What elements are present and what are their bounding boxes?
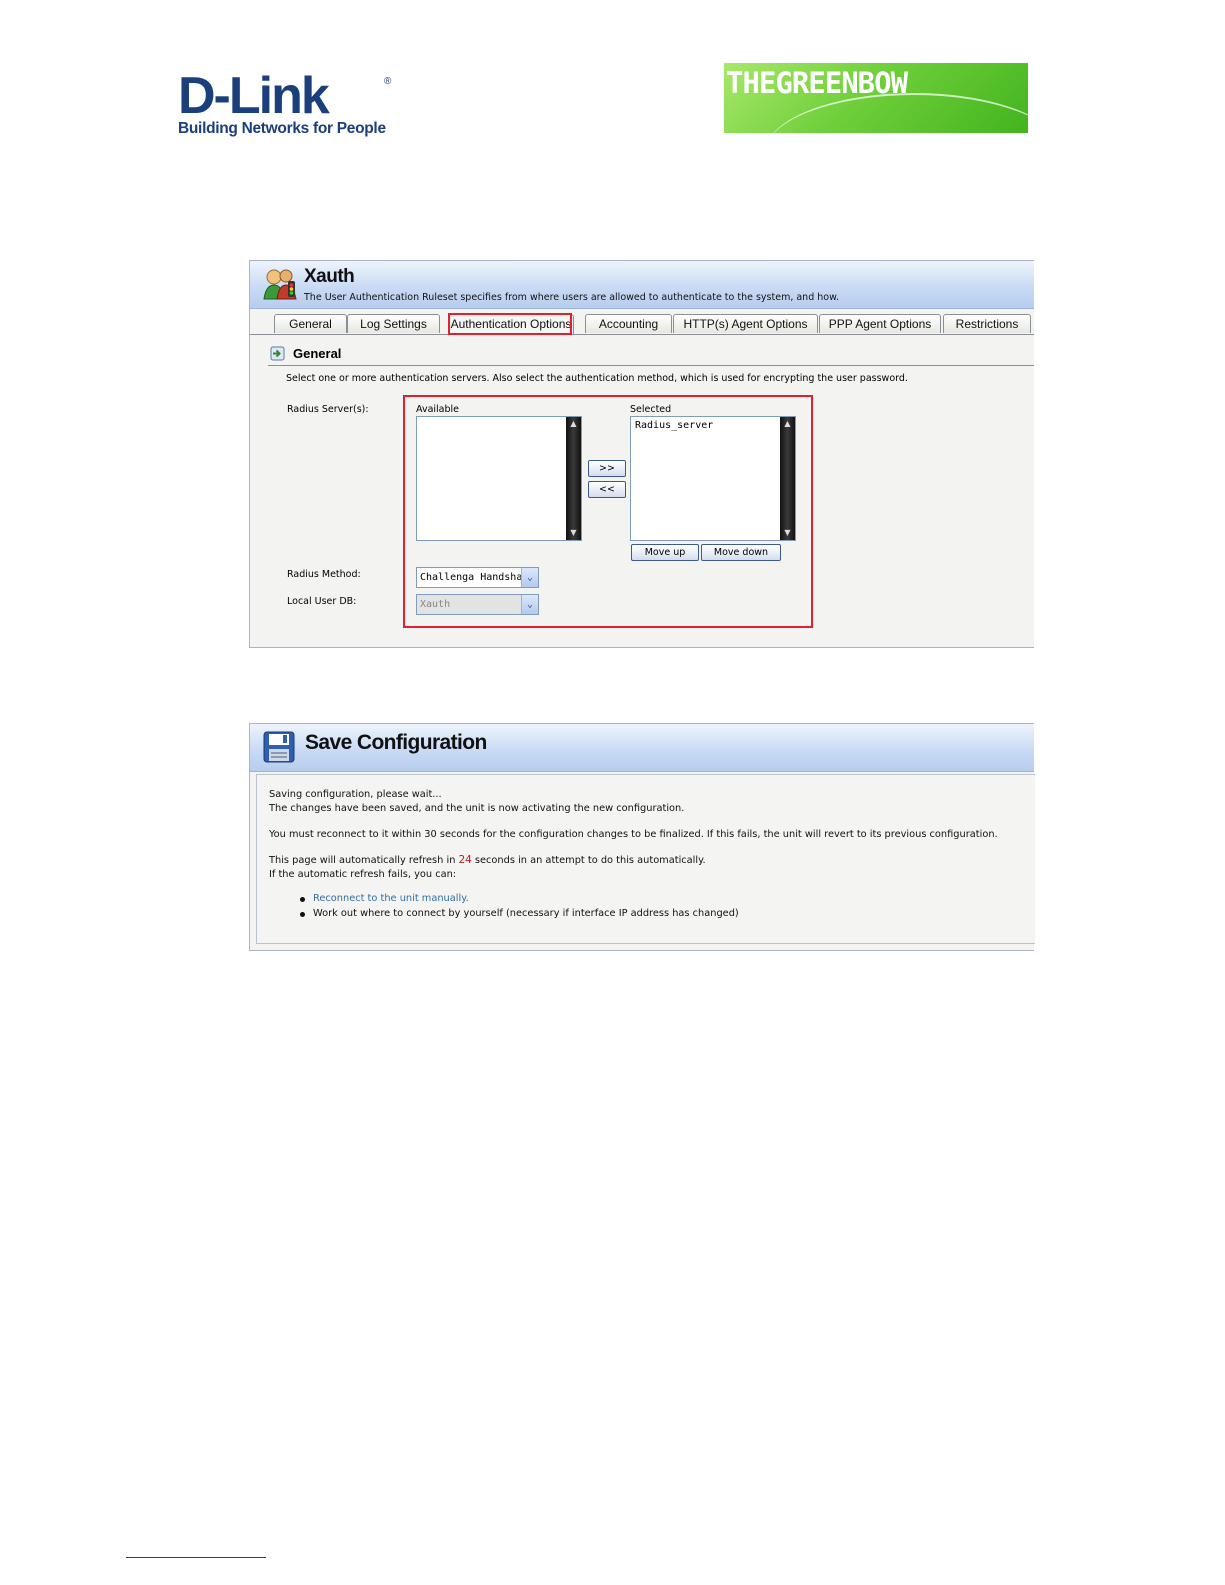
move-up-button[interactable]: Move up	[631, 544, 699, 561]
add-server-button[interactable]: >>	[588, 460, 626, 477]
countdown-value: 24	[458, 853, 472, 866]
radius-method-select[interactable]: Challenga Handshal ⌄	[416, 567, 539, 588]
dlink-tagline: Building Networks for People	[178, 120, 386, 137]
move-down-button[interactable]: Move down	[701, 544, 781, 561]
scrollbar[interactable]: ▲ ▼	[780, 417, 795, 540]
greenbow-logo-word: THEGREENBOW	[726, 66, 908, 100]
radius-method-label: Radius Method:	[287, 569, 361, 580]
save-message-box: Saving configuration, please wait... The…	[256, 774, 1035, 944]
tab-https-agent-options[interactable]: HTTP(s) Agent Options	[673, 314, 818, 333]
page-description: The User Authentication Ruleset specifie…	[304, 292, 840, 303]
bullet-icon	[300, 897, 305, 902]
section-title: General	[293, 346, 342, 361]
refresh-suffix: seconds in an attempt to do this automat…	[474, 855, 706, 866]
scroll-up-icon[interactable]: ▲	[566, 418, 581, 430]
radius-servers-label: Radius Server(s):	[287, 404, 369, 415]
selected-caption: Selected	[630, 404, 672, 415]
section-description: Select one or more authentication server…	[286, 373, 908, 384]
list-item[interactable]: Radius_server	[635, 420, 713, 431]
tab-restrictions[interactable]: Restrictions	[943, 314, 1031, 333]
refresh-prefix: This page will automatically refresh in	[269, 855, 456, 866]
status-line: The changes have been saved, and the uni…	[269, 803, 685, 814]
available-caption: Available	[416, 404, 460, 415]
local-user-db-select[interactable]: Xauth ⌄	[416, 594, 539, 615]
reconnect-link[interactable]: Reconnect to the unit manually.	[313, 893, 469, 904]
local-user-db-value: Xauth	[420, 599, 451, 610]
tab-authentication-options[interactable]: Authentication Options	[448, 314, 574, 334]
page-title: Save Configuration	[305, 731, 487, 754]
floppy-disk-icon	[263, 731, 295, 763]
tab-log-settings[interactable]: Log Settings	[347, 314, 440, 333]
footer-divider	[126, 1557, 266, 1558]
save-configuration-panel: Save Configuration Saving configuration,…	[249, 723, 1035, 951]
dlink-logo-word: D-Link	[178, 67, 330, 125]
section-divider	[268, 365, 1034, 366]
status-line: Saving configuration, please wait...	[269, 789, 442, 800]
chevron-down-icon[interactable]: ⌄	[521, 568, 538, 587]
reconnect-warning: You must reconnect to it within 30 secon…	[269, 829, 998, 840]
tab-general[interactable]: General	[274, 314, 347, 333]
user-authentication-icon	[263, 269, 297, 300]
bullet-icon	[300, 912, 305, 917]
tab-accounting[interactable]: Accounting	[585, 314, 672, 333]
xauth-panel: Xauth The User Authentication Ruleset sp…	[249, 260, 1034, 648]
xauth-header: Xauth The User Authentication Ruleset sp…	[250, 261, 1034, 309]
reconnect-link-text[interactable]: Reconnect to the unit manually.	[313, 893, 469, 904]
local-user-db-label: Local User DB:	[287, 596, 357, 607]
page-title: Xauth	[304, 266, 355, 287]
refresh-notice: This page will automatically refresh in …	[269, 853, 706, 866]
save-header: Save Configuration	[250, 724, 1034, 772]
dlink-logo: D-Link ® Building Networks for People	[178, 70, 408, 145]
section-arrow-icon	[270, 346, 285, 361]
scroll-down-icon[interactable]: ▼	[566, 527, 581, 539]
remove-server-button[interactable]: <<	[588, 481, 626, 498]
tab-bar: General Log Settings Authentication Opti…	[250, 312, 1034, 335]
fallback-notice: If the automatic refresh fails, you can:	[269, 869, 457, 880]
available-servers-list[interactable]: ▲ ▼	[416, 416, 582, 541]
tab-ppp-agent-options[interactable]: PPP Agent Options	[819, 314, 941, 333]
radius-method-value: Challenga Handshal	[420, 572, 529, 583]
registered-mark: ®	[384, 76, 392, 87]
scroll-up-icon[interactable]: ▲	[780, 418, 795, 430]
list-item: Work out where to connect by yourself (n…	[313, 908, 739, 919]
greenbow-logo: THEGREENBOW	[724, 63, 1028, 133]
scroll-down-icon[interactable]: ▼	[780, 527, 795, 539]
selected-servers-list[interactable]: Radius_server ▲ ▼	[630, 416, 796, 541]
chevron-down-icon[interactable]: ⌄	[521, 595, 538, 614]
scrollbar[interactable]: ▲ ▼	[566, 417, 581, 540]
